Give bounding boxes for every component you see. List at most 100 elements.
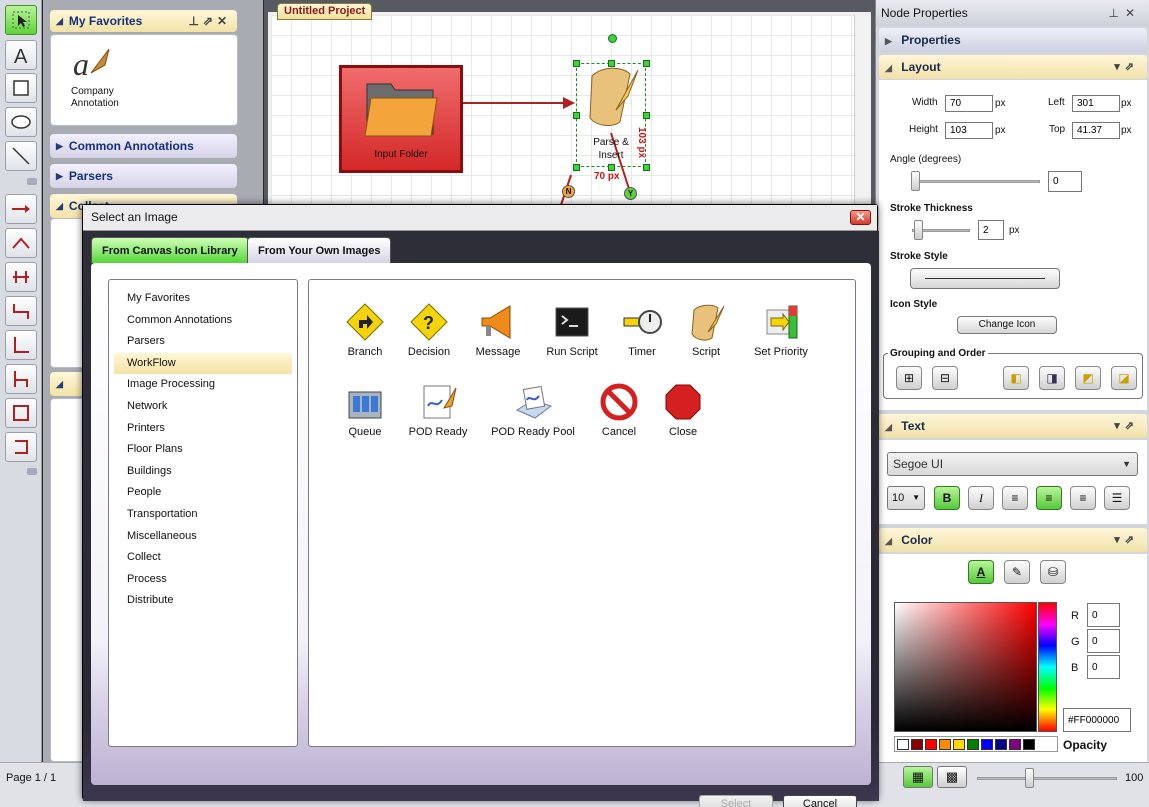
bold-button[interactable]: B bbox=[934, 486, 960, 510]
category-item[interactable]: Network bbox=[114, 396, 292, 418]
section-options-icon[interactable]: ▾⇗ bbox=[1114, 55, 1139, 79]
grid-toggle-button[interactable]: ▦ bbox=[903, 766, 933, 788]
angle-slider-thumb[interactable] bbox=[911, 171, 920, 191]
pointer-tool-button[interactable] bbox=[5, 5, 37, 35]
tab-own-images[interactable]: From Your Own Images bbox=[247, 237, 392, 263]
icon-tile-pod-ready[interactable]: POD Ready bbox=[405, 382, 471, 438]
g-field[interactable] bbox=[1087, 629, 1120, 653]
corner-connector-button[interactable] bbox=[5, 330, 37, 360]
section-layout[interactable]: ◢ Layout ▾⇗ bbox=[879, 55, 1147, 79]
icon-tile-close[interactable]: Close bbox=[653, 382, 713, 438]
select-button[interactable]: Select bbox=[699, 795, 773, 807]
category-item[interactable]: Buildings bbox=[114, 461, 292, 483]
text-tool-button[interactable]: A bbox=[5, 40, 37, 70]
send-backward-button[interactable]: ◩ bbox=[1075, 366, 1101, 390]
color-swatch[interactable] bbox=[939, 739, 951, 750]
section-color[interactable]: ◢ Color ▾⇗ bbox=[879, 528, 1147, 552]
align-left-button[interactable]: ≡ bbox=[1002, 486, 1028, 510]
polyline-connector-button[interactable] bbox=[5, 228, 37, 258]
font-size-select[interactable]: 10 ▼ bbox=[887, 486, 925, 510]
category-item[interactable]: Image Processing bbox=[114, 374, 292, 396]
color-saturation-field[interactable] bbox=[894, 602, 1037, 732]
icon-tile-queue[interactable]: Queue bbox=[335, 382, 395, 438]
justify-button[interactable]: ☰ bbox=[1104, 486, 1130, 510]
bring-to-front-button[interactable]: ◧ bbox=[1003, 366, 1029, 390]
category-item[interactable]: Floor Plans bbox=[114, 439, 292, 461]
resize-handle[interactable] bbox=[608, 164, 615, 171]
height-field[interactable] bbox=[945, 122, 993, 139]
panel-pin-icon[interactable]: ⊥⇗✕ bbox=[188, 14, 231, 28]
stroke-style-select[interactable] bbox=[910, 268, 1060, 289]
bring-forward-button[interactable]: ◨ bbox=[1039, 366, 1065, 390]
ellipse-tool-button[interactable] bbox=[5, 107, 37, 137]
favorites-header[interactable]: ◢ My Favorites ⊥⇗✕ bbox=[50, 10, 237, 32]
top-field[interactable] bbox=[1072, 122, 1120, 139]
font-color-button[interactable]: A bbox=[968, 560, 994, 584]
line-tool-button[interactable] bbox=[5, 141, 37, 171]
icon-tile-timer[interactable]: Timer bbox=[612, 302, 672, 358]
stroke-thickness-slider-thumb[interactable] bbox=[914, 220, 923, 240]
section-options-icon[interactable]: ▾⇗ bbox=[1114, 414, 1139, 438]
r-field[interactable] bbox=[1087, 603, 1120, 627]
resize-handle[interactable] bbox=[643, 164, 650, 171]
hex-color-field[interactable] bbox=[1063, 708, 1131, 732]
hue-slider[interactable] bbox=[1038, 602, 1057, 732]
step-connector-button[interactable] bbox=[5, 296, 37, 326]
zoom-slider-track[interactable] bbox=[977, 777, 1117, 780]
dialog-close-button[interactable]: ✕ bbox=[850, 210, 871, 225]
input-folder-node[interactable]: Input Folder bbox=[339, 65, 463, 173]
section-text[interactable]: ◢ Text ▾⇗ bbox=[879, 414, 1147, 438]
cancel-button[interactable]: Cancel bbox=[783, 795, 857, 807]
align-right-button[interactable]: ≡ bbox=[1070, 486, 1096, 510]
category-item[interactable]: Collect bbox=[114, 547, 292, 569]
color-swatch[interactable] bbox=[953, 739, 965, 750]
self-loop-connector-button[interactable] bbox=[5, 432, 37, 462]
category-item[interactable]: Distribute bbox=[114, 590, 292, 612]
change-icon-button[interactable]: Change Icon bbox=[957, 316, 1057, 334]
section-options-icon[interactable]: ▾⇗ bbox=[1114, 528, 1139, 552]
yes-port[interactable]: Y bbox=[624, 187, 637, 200]
section-common-annotations[interactable]: ▶ Common Annotations bbox=[50, 134, 237, 158]
category-item[interactable]: Process bbox=[114, 569, 292, 591]
project-tab[interactable]: Untitled Project bbox=[277, 3, 373, 20]
send-to-back-button[interactable]: ◪ bbox=[1111, 366, 1137, 390]
color-swatch[interactable] bbox=[967, 739, 979, 750]
category-item[interactable]: Printers bbox=[114, 418, 292, 440]
rotate-handle[interactable] bbox=[608, 34, 617, 43]
icon-tile-pod-ready-pool[interactable]: POD Ready Pool bbox=[485, 382, 581, 438]
section-parsers[interactable]: ▶ Parsers bbox=[50, 164, 237, 188]
favorite-company-annotation[interactable]: a Company Annotation bbox=[71, 45, 141, 110]
category-item[interactable]: People bbox=[114, 482, 292, 504]
category-item[interactable]: Miscellaneous bbox=[114, 526, 292, 548]
rectangle-tool-button[interactable] bbox=[5, 73, 37, 103]
b-field[interactable] bbox=[1087, 655, 1120, 679]
color-swatch[interactable] bbox=[1009, 739, 1021, 750]
resize-handle[interactable] bbox=[643, 112, 650, 119]
resize-handle[interactable] bbox=[573, 112, 580, 119]
italic-button[interactable]: I bbox=[968, 486, 994, 510]
stroke-thickness-field[interactable] bbox=[978, 220, 1004, 240]
color-swatch[interactable] bbox=[995, 739, 1007, 750]
zoom-slider-thumb[interactable] bbox=[1025, 768, 1034, 788]
color-swatch[interactable] bbox=[1023, 739, 1035, 750]
left-field[interactable] bbox=[1072, 95, 1120, 112]
icon-tile-cancel[interactable]: Cancel bbox=[589, 382, 649, 438]
category-item[interactable]: My Favorites bbox=[114, 288, 292, 310]
icon-tile-set-priority[interactable]: Set Priority bbox=[745, 302, 817, 358]
section-properties[interactable]: ▶ Properties bbox=[879, 28, 1147, 52]
icon-tile-branch[interactable]: Branch bbox=[335, 302, 395, 358]
elbow-connector-button[interactable] bbox=[5, 262, 37, 292]
width-field[interactable] bbox=[945, 95, 993, 112]
arrow-connector-button[interactable] bbox=[5, 194, 37, 224]
color-swatch[interactable] bbox=[897, 739, 909, 750]
stroke-color-button[interactable]: ✎ bbox=[1004, 560, 1030, 584]
category-item-selected[interactable]: WorkFlow bbox=[114, 352, 292, 375]
resize-handle[interactable] bbox=[573, 60, 580, 67]
resize-handle[interactable] bbox=[573, 164, 580, 171]
font-family-select[interactable]: Segoe UI ▼ bbox=[887, 452, 1138, 476]
panel-pin-close-icon[interactable]: ⊥✕ bbox=[1108, 0, 1141, 26]
angle-field[interactable] bbox=[1048, 171, 1082, 192]
category-item[interactable]: Transportation bbox=[114, 504, 292, 526]
tree-connector-button[interactable] bbox=[5, 364, 37, 394]
ungroup-button[interactable]: ⊟ bbox=[932, 366, 958, 390]
